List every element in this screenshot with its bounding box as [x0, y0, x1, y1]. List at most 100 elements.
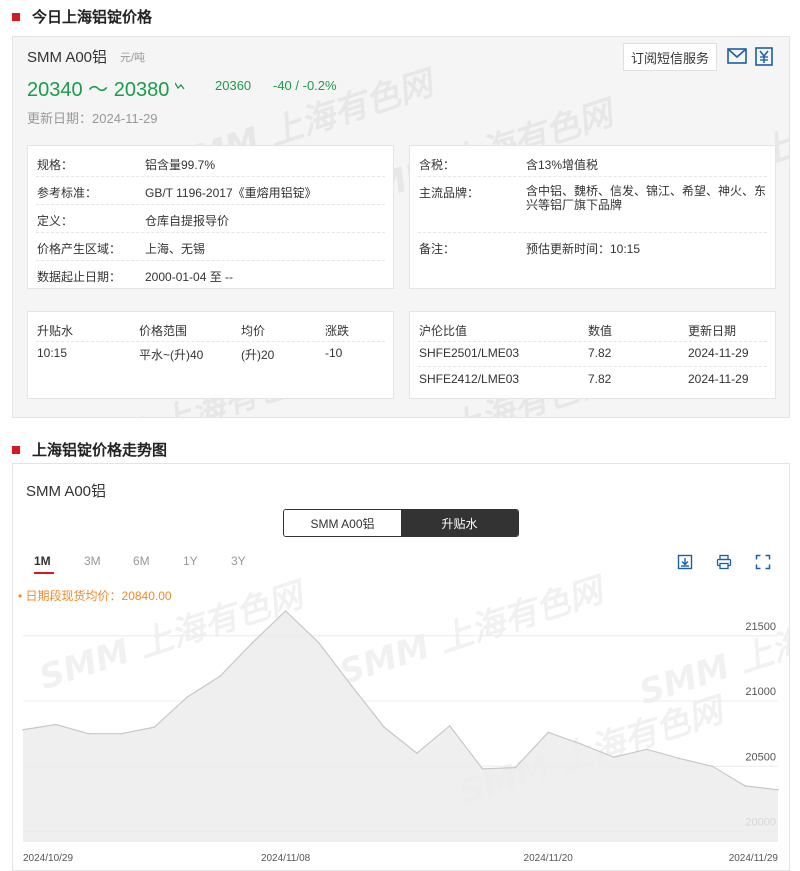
data-point: [186, 696, 188, 698]
spec-label: 含税：: [419, 158, 456, 172]
x-tick-label: 2024/11/29: [729, 853, 779, 864]
fullscreen-icon[interactable]: [755, 554, 771, 570]
title-marker: [12, 445, 20, 454]
ratio-cell: SHFE2501/LME03: [419, 346, 520, 360]
data-point: [416, 752, 418, 755]
divider: [36, 341, 385, 342]
section-title-trend: 上海铝锭价格走势图: [12, 439, 167, 460]
range-1y-button[interactable]: 1Y: [183, 554, 198, 568]
spec-value: 预估更新时间：10:15: [526, 242, 641, 256]
y-tick-label: 21500: [745, 621, 776, 633]
data-point: [317, 641, 320, 644]
data-point: [481, 768, 484, 770]
price-trend-chart: 200002050021000215002024/10/292024/11/08…: [22, 610, 779, 864]
avg-price: 20360: [215, 78, 252, 93]
range-6m-button[interactable]: 6M: [133, 554, 150, 568]
premium-header: 升贴水: [37, 324, 74, 338]
subscribe-sms-button[interactable]: 订阅短信服务: [623, 43, 717, 71]
divider: [36, 260, 385, 261]
data-point: [580, 743, 582, 745]
spec-label: 备注：: [419, 242, 456, 256]
premium-cell: 平水~(升)40: [139, 348, 204, 362]
mail-icon[interactable]: [727, 46, 747, 66]
data-point: [22, 728, 24, 731]
premium-header: 均价: [241, 324, 266, 338]
product-name: SMM A00铝: [27, 49, 108, 66]
spec-value: GB/T 1196-2017《重熔用铝锭》: [145, 186, 317, 200]
data-point: [448, 725, 451, 727]
chart-panel-title: SMM A00铝: [26, 483, 107, 500]
product-unit: 元/吨: [120, 52, 146, 64]
data-point: [219, 675, 221, 678]
spec-label: 价格产生区域：: [37, 242, 122, 256]
data-point: [744, 785, 746, 787]
title-marker: [12, 12, 20, 21]
data-point: [383, 726, 385, 728]
ratio-header: 数值: [588, 324, 613, 338]
section-title-text: 今日上海铝锭价格: [32, 9, 153, 26]
divider: [36, 204, 385, 205]
spec-value: 铝含量99.7%: [145, 158, 216, 172]
update-date: 更新日期：2024-11-29: [27, 111, 158, 126]
ratio-cell: 2024-11-29: [688, 372, 749, 386]
spec-label: 参考标准：: [37, 186, 98, 200]
x-tick-label: 2024/11/08: [261, 853, 311, 864]
ratio-cell: 7.82: [588, 346, 612, 360]
x-tick-label: 2024/10/29: [23, 853, 73, 864]
chart-mode-toggle: SMM A00铝 升贴水: [283, 509, 519, 537]
section-title-text: 上海铝锭价格走势图: [32, 442, 168, 459]
data-point: [547, 731, 550, 734]
ratio-cell: 7.82: [588, 372, 612, 386]
data-point: [87, 732, 90, 735]
spec-label: 定义：: [37, 214, 74, 228]
data-point: [678, 757, 681, 760]
trend-chart-panel: SMM A00铝 SMM A00铝 升贴水 1M 3M 6M 1Y 3Y • 日…: [12, 463, 790, 871]
toggle-premium[interactable]: 升贴水: [401, 510, 518, 536]
download-icon[interactable]: [677, 554, 693, 570]
ratio-cell: SHFE2412/LME03: [419, 372, 520, 386]
data-point: [613, 756, 615, 758]
y-tick-label: 20500: [745, 751, 776, 763]
data-point: [350, 684, 353, 687]
spec-card-right: 含税： 含13%增值税 主流品牌： 含中铝、魏桥、信发、锦江、希望、神火、东兴等…: [409, 145, 776, 289]
divider: [36, 232, 385, 233]
premium-cell: 10:15: [37, 346, 68, 360]
data-point: [153, 726, 156, 728]
data-point: [711, 765, 714, 768]
price-area: [23, 610, 778, 842]
section-title-today-price: 今日上海铝锭价格: [12, 6, 152, 27]
premium-header: 涨跌: [325, 324, 350, 338]
ratio-header: 更新日期: [688, 324, 737, 338]
spec-label: 主流品牌：: [419, 186, 480, 200]
y-tick-label: 21000: [745, 686, 776, 698]
price-change: -40 / -0.2%: [273, 78, 337, 93]
divider: [418, 366, 767, 367]
print-icon[interactable]: [716, 554, 732, 570]
ratio-cell: 2024-11-29: [688, 346, 749, 360]
spec-value: 含中铝、魏桥、信发、锦江、希望、神火、东兴等铝厂旗下品牌: [526, 184, 767, 212]
range-3m-button[interactable]: 3M: [84, 554, 101, 568]
toggle-smm-a00[interactable]: SMM A00铝: [284, 510, 401, 536]
premium-header: 价格范围: [139, 324, 188, 338]
x-tick-label: 2024/11/20: [524, 853, 574, 864]
divider: [418, 341, 767, 342]
spec-value: 2000-01-04 至 --: [145, 270, 234, 284]
divider: [36, 176, 385, 177]
data-point: [514, 766, 517, 769]
data-point: [645, 748, 648, 751]
data-point: [251, 641, 254, 644]
spec-label: 数据起止日期：: [37, 270, 122, 284]
ratio-card: 沪伦比值 数值 更新日期 SHFE2501/LME03 7.82 2024-11…: [409, 311, 776, 399]
data-point: [55, 723, 57, 726]
spec-label: 规格：: [37, 158, 74, 172]
spec-value: 含13%增值税: [526, 158, 599, 172]
data-point: [120, 732, 123, 735]
spec-value: 上海、无锡: [145, 242, 206, 256]
data-point: [777, 788, 779, 791]
yuan-icon[interactable]: [754, 46, 774, 66]
premium-cell: (升)20: [241, 348, 275, 362]
range-1m-button[interactable]: 1M: [34, 554, 51, 568]
range-3y-button[interactable]: 3Y: [231, 554, 246, 568]
ratio-header: 沪伦比值: [419, 324, 468, 338]
active-range-indicator: [34, 572, 54, 574]
